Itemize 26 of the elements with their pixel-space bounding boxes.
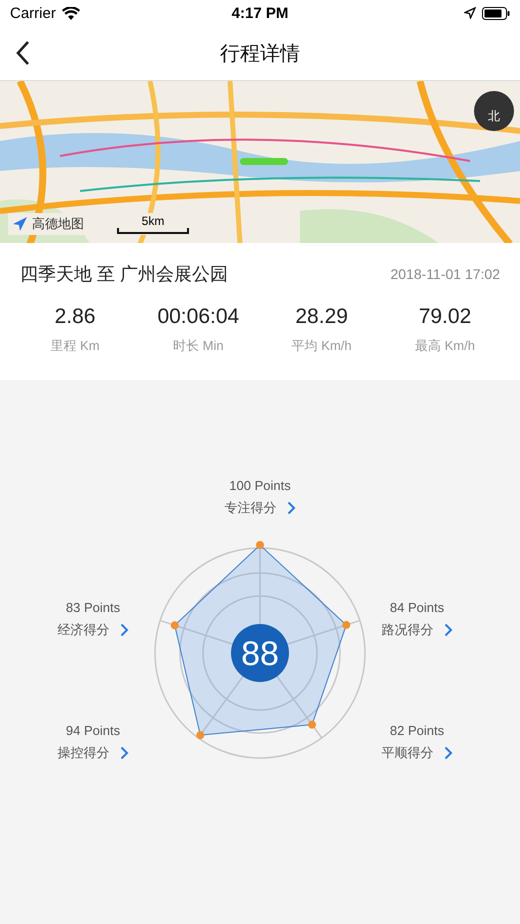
dimension-link[interactable]: 平顺得分 [382, 744, 452, 762]
dimension-link[interactable]: 经济得分 [58, 621, 128, 639]
dimension-points: 83 Points [66, 600, 120, 615]
dimension-link[interactable]: 路况得分 [382, 621, 452, 639]
dimension-points: 94 Points [66, 723, 120, 738]
dimension-points: 82 Points [390, 723, 444, 738]
total-score: 88 [241, 635, 279, 673]
stat-label: 时长 Min [173, 337, 224, 355]
stat-label: 最高 Km/h [415, 337, 475, 355]
stat-value: 79.02 [418, 305, 472, 329]
stat-label: 平均 Km/h [292, 337, 352, 355]
stat-label: 里程 Km [50, 337, 100, 355]
dimension-points: 84 Points [390, 600, 444, 615]
dimension-link[interactable]: 专注得分 [224, 499, 296, 517]
map-attribution: 高德地图 [32, 215, 84, 233]
carrier-name: Carrier [10, 4, 56, 22]
stat-value: 00:06:04 [157, 305, 240, 329]
stat-value: 28.29 [295, 305, 348, 329]
trip-datetime: 2018-11-01 17:02 [390, 266, 500, 282]
scale-label: 5km [142, 214, 164, 228]
dimension-link[interactable]: 操控得分 [58, 744, 128, 762]
route-text: 四季天地 至 广州会展公园 [20, 263, 228, 286]
dimension-points: 100 Points [229, 478, 291, 493]
status-time: 4:17 PM [232, 4, 288, 22]
stat-value: 2.86 [54, 305, 96, 329]
page-title: 行程详情 [220, 42, 300, 66]
